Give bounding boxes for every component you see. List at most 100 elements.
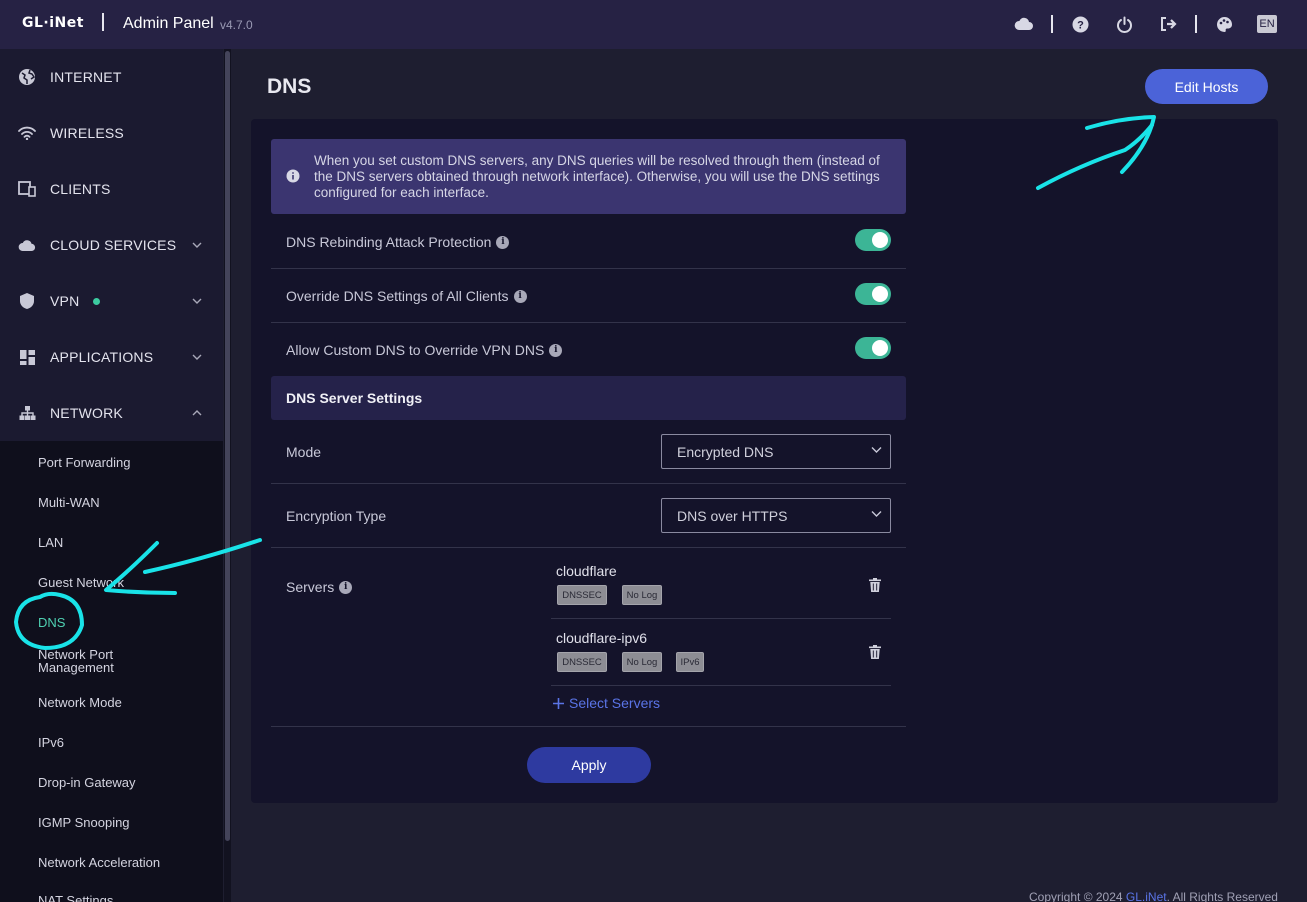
info-icon[interactable]: i	[513, 289, 527, 303]
sidebar-subitem-guest-network[interactable]: Guest Network	[38, 575, 124, 590]
sidebar-item-label: CLOUD SERVICES	[50, 237, 177, 253]
sidebar-item-label: VPN	[50, 293, 80, 309]
server-item: cloudflare-ipv6 DNSSEC No Log IPv6	[551, 619, 891, 686]
toggle-knob	[872, 232, 888, 248]
encryption-type-value: DNS over HTTPS	[677, 508, 788, 524]
toggle-label-text: DNS Rebinding Attack Protection	[286, 234, 492, 250]
cloud-icon[interactable]	[1014, 14, 1034, 34]
info-icon[interactable]: i	[549, 343, 563, 357]
trash-icon[interactable]	[869, 578, 881, 592]
toggle-label: DNS Rebinding Attack Protection i	[286, 234, 510, 250]
scrollbar-thumb[interactable]	[225, 51, 230, 841]
servers-label: Servers i	[286, 579, 353, 595]
sidebar-item-vpn[interactable]: VPN	[0, 273, 223, 329]
sidebar-subitem-igmp-snooping[interactable]: IGMP Snooping	[38, 815, 130, 830]
sidebar-item-wireless[interactable]: WIRELESS	[0, 105, 223, 161]
header-divider	[1195, 15, 1197, 33]
select-servers-label: Select Servers	[569, 695, 661, 711]
header-divider	[1051, 15, 1053, 33]
wifi-icon	[18, 124, 36, 142]
mode-select[interactable]: Encrypted DNS	[661, 434, 891, 469]
chevron-down-icon	[192, 298, 202, 304]
apps-grid-icon	[18, 348, 36, 366]
toggle-label-text: Override DNS Settings of All Clients	[286, 288, 509, 304]
power-icon[interactable]	[1114, 14, 1134, 34]
sidebar-subitem-network-acceleration[interactable]: Network Acceleration	[38, 855, 160, 870]
encryption-type-select[interactable]: DNS over HTTPS	[661, 498, 891, 533]
edit-hosts-button[interactable]: Edit Hosts	[1145, 69, 1268, 104]
sidebar-subitem-port-forwarding[interactable]: Port Forwarding	[38, 455, 130, 470]
sidebar-item-applications[interactable]: APPLICATIONS	[0, 329, 223, 385]
footer-copyright: Copyright © 2024 GL.iNet. All Rights Res…	[1029, 890, 1278, 902]
encryption-type-label: Encryption Type	[286, 508, 387, 524]
server-item: cloudflare DNSSEC No Log	[551, 552, 891, 619]
toggle-label: Override DNS Settings of All Clients i	[286, 288, 527, 304]
sidebar-item-clients[interactable]: CLIENTS	[0, 161, 223, 217]
mode-row: Mode Encrypted DNS	[271, 420, 906, 484]
toggle-row-override-vpn: Allow Custom DNS to Override VPN DNS i	[271, 323, 906, 376]
sidebar-item-label: INTERNET	[50, 69, 122, 85]
brand-logo[interactable]: GL·iNet	[22, 15, 84, 31]
override-vpn-dns-toggle[interactable]	[855, 337, 891, 359]
toggle-knob	[872, 340, 888, 356]
sidebar-scrollbar[interactable]	[224, 49, 231, 902]
devices-icon	[18, 180, 36, 198]
vpn-status-dot	[93, 297, 100, 305]
section-title: DNS Server Settings	[286, 390, 423, 406]
servers-label-text: Servers	[286, 579, 335, 595]
sidebar-item-label: NETWORK	[50, 405, 123, 421]
mode-select-value: Encrypted DNS	[677, 444, 774, 460]
globe-icon	[18, 68, 36, 86]
app-title: Admin Panel	[123, 15, 214, 32]
sidebar-subitem-network-mode[interactable]: Network Mode	[38, 695, 122, 710]
svg-text:?: ?	[1077, 19, 1084, 31]
server-tag: No Log	[622, 652, 662, 672]
info-icon[interactable]: i	[496, 235, 510, 249]
sidebar-subitem-nat-settings[interactable]: NAT Settings	[38, 893, 113, 902]
toggle-row-override-clients: Override DNS Settings of All Clients i	[271, 269, 906, 323]
sidebar-subitem-multi-wan[interactable]: Multi-WAN	[38, 495, 100, 510]
server-name: cloudflare	[556, 563, 617, 579]
title-divider	[102, 13, 104, 31]
info-banner: When you set custom DNS servers, any DNS…	[271, 139, 906, 214]
plus-icon	[553, 697, 564, 709]
logout-icon[interactable]	[1158, 14, 1178, 34]
sidebar-subitem-network-port-management[interactable]: Network Port Management	[38, 648, 158, 674]
app-version: v4.7.0	[220, 18, 253, 32]
chevron-up-icon	[192, 410, 202, 416]
apply-button[interactable]: Apply	[527, 747, 651, 783]
info-icon[interactable]: i	[339, 580, 353, 594]
server-tag: IPv6	[676, 652, 704, 672]
server-name: cloudflare-ipv6	[556, 630, 648, 646]
help-icon[interactable]: ?	[1070, 14, 1090, 34]
toggle-label: Allow Custom DNS to Override VPN DNS i	[286, 342, 563, 358]
footer-link[interactable]: GL.iNet	[1126, 890, 1167, 902]
select-servers-link[interactable]: Select Servers	[552, 695, 660, 711]
server-tag: DNSSEC	[557, 585, 607, 605]
rebinding-protection-toggle[interactable]	[855, 229, 891, 251]
info-text: When you set custom DNS servers, any DNS…	[314, 153, 880, 200]
sidebar-subitem-ipv6[interactable]: IPv6	[38, 735, 64, 750]
sidebar-item-cloud-services[interactable]: CLOUD SERVICES	[0, 217, 223, 273]
toggle-label-text: Allow Custom DNS to Override VPN DNS	[286, 342, 545, 358]
chevron-down-icon	[871, 511, 882, 517]
chevron-down-icon	[871, 447, 882, 453]
mode-label: Mode	[286, 444, 322, 460]
palette-icon[interactable]	[1214, 14, 1234, 34]
toggle-row-rebinding: DNS Rebinding Attack Protection i	[271, 214, 906, 269]
server-tag: No Log	[622, 585, 662, 605]
sidebar-item-internet[interactable]: INTERNET	[0, 49, 223, 105]
footer-prefix: Copyright © 2024	[1029, 890, 1123, 902]
server-tag: DNSSEC	[557, 652, 607, 672]
sidebar-subitem-drop-in-gateway[interactable]: Drop-in Gateway	[38, 775, 136, 790]
sidebar-subitem-lan[interactable]: LAN	[38, 535, 63, 550]
network-tree-icon	[18, 404, 36, 422]
trash-icon[interactable]	[869, 645, 881, 659]
sidebar-subitem-dns[interactable]: DNS	[38, 615, 65, 630]
sidebar-item-network[interactable]: NETWORK	[0, 385, 223, 441]
encryption-type-row: Encryption Type DNS over HTTPS	[271, 484, 906, 548]
language-selector[interactable]: EN	[1257, 15, 1277, 33]
override-clients-dns-toggle[interactable]	[855, 283, 891, 305]
sidebar-item-label: WIRELESS	[50, 125, 124, 141]
footer-suffix: . All Rights Reserved	[1166, 890, 1278, 902]
